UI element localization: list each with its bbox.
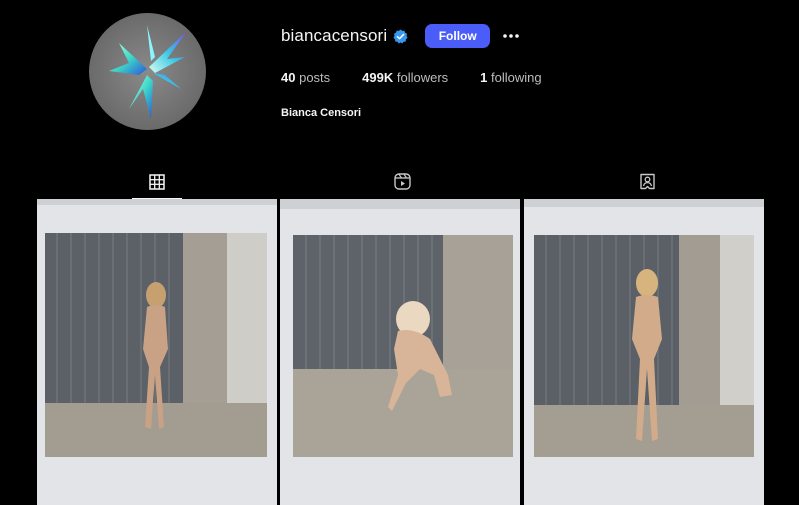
- post-thumbnail-3[interactable]: [524, 199, 764, 505]
- tab-reels[interactable]: [377, 165, 427, 198]
- post-thumbnail-2[interactable]: [280, 199, 520, 505]
- profile-full-name: Bianca Censori: [281, 107, 362, 119]
- following-count[interactable]: 1 following: [480, 70, 541, 85]
- butterfly-logo-icon: [109, 25, 187, 119]
- polaroid-photo: [524, 199, 764, 505]
- followers-count-value: 499K: [362, 70, 394, 85]
- posts-count: 40 posts: [281, 70, 330, 85]
- followers-count[interactable]: 499K followers: [362, 70, 448, 85]
- tagged-icon: [639, 173, 655, 190]
- profile-header-row: biancacensori Follow: [281, 24, 520, 48]
- post-thumbnail-1[interactable]: [37, 199, 277, 505]
- more-options-button[interactable]: [502, 24, 520, 48]
- reels-icon: [393, 173, 411, 190]
- follow-button[interactable]: Follow: [425, 24, 491, 48]
- posts-count-value: 40: [281, 70, 296, 85]
- profile-stats: 40 posts 499K followers 1 following: [281, 70, 574, 85]
- profile-tabs: [0, 165, 799, 199]
- tab-posts[interactable]: [132, 165, 182, 199]
- followers-count-label: followers: [396, 70, 449, 85]
- more-options-icon: [503, 34, 520, 38]
- following-count-label: following: [491, 70, 542, 85]
- following-count-value: 1: [480, 70, 488, 85]
- tab-tagged[interactable]: [622, 165, 672, 198]
- profile-avatar[interactable]: [89, 13, 206, 130]
- polaroid-photo: [37, 199, 277, 505]
- posts-count-label: posts: [299, 70, 331, 85]
- polaroid-photo: [280, 199, 520, 505]
- profile-username: biancacensori: [281, 26, 388, 45]
- grid-icon: [149, 173, 165, 190]
- verified-badge-icon: [393, 28, 408, 43]
